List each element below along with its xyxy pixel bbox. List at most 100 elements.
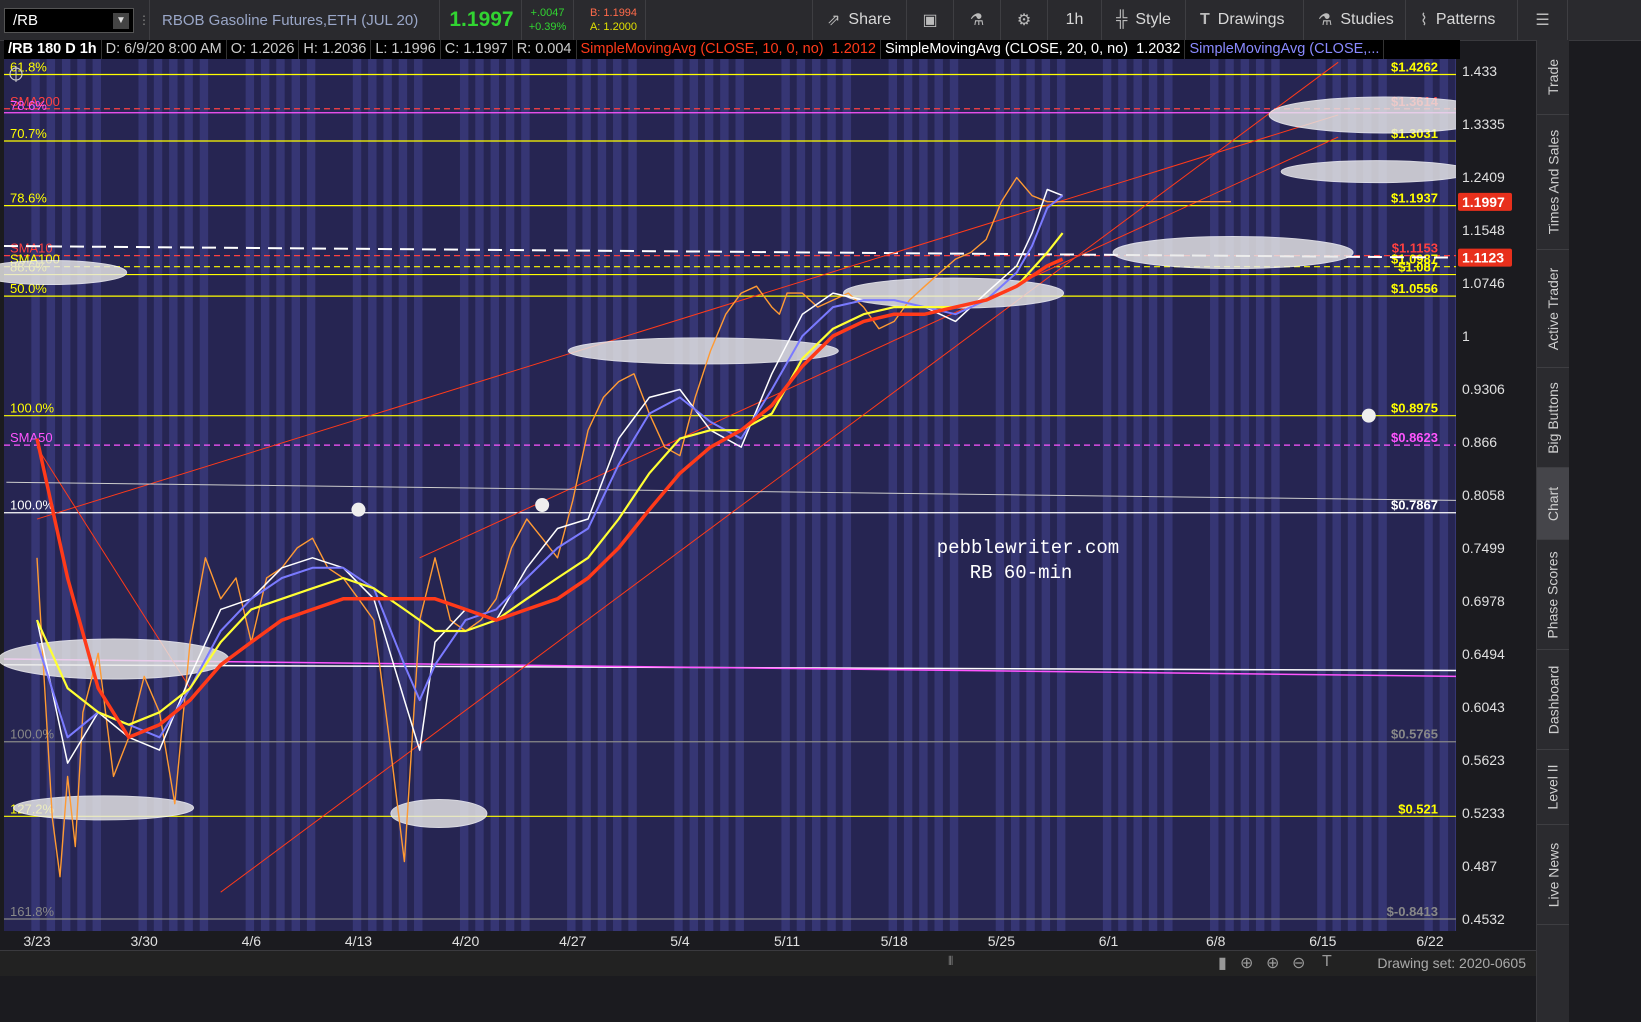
zoom-in-icon[interactable]: ⊕ bbox=[1266, 953, 1279, 973]
text-tool-icon: T bbox=[1200, 11, 1210, 28]
bar-high: H: 1.2036 bbox=[299, 40, 372, 59]
level-price-label: $0.5765 bbox=[1391, 727, 1438, 742]
session-stripe bbox=[245, 59, 255, 931]
symbol-input[interactable]: /RB ▼ bbox=[4, 8, 134, 33]
level-price-label: $1.1937 bbox=[1391, 191, 1438, 206]
x-tick-label: 5/4 bbox=[670, 933, 690, 949]
sidebar-tab-active-trader[interactable]: Active Trader bbox=[1537, 250, 1569, 368]
scroll-end-icon[interactable]: ▮ bbox=[1218, 953, 1227, 973]
y-tick-label: 0.4532 bbox=[1462, 911, 1505, 927]
bottom-bar: ⦀ ▮ ⊕ ⊕ ⊖ T Drawing set: 2020-0605 bbox=[0, 950, 1536, 976]
sidebar-tab-trade[interactable]: Trade bbox=[1537, 40, 1569, 115]
session-stripe bbox=[781, 59, 790, 931]
sidebar-tab-times-and-sales[interactable]: Times And Sales bbox=[1537, 115, 1569, 250]
sidebar-tab-chart[interactable]: Chart bbox=[1537, 468, 1569, 540]
session-stripe bbox=[1240, 59, 1250, 931]
session-stripe bbox=[260, 59, 270, 931]
scrollbar-thumb[interactable]: ⦀ bbox=[948, 954, 964, 969]
patterns-label: Patterns bbox=[1435, 11, 1496, 28]
crosshair-icon[interactable]: ⊕ bbox=[1240, 953, 1253, 973]
x-tick-label: 6/22 bbox=[1416, 933, 1443, 949]
y-tick-label: 0.6494 bbox=[1462, 646, 1505, 662]
sidebar: Trade Times And Sales Active Trader Big … bbox=[1536, 40, 1569, 1022]
sma20-study-value: 1.2032 bbox=[1132, 40, 1186, 59]
share-label: Share bbox=[848, 11, 892, 28]
flask-icon: ⚗ bbox=[1318, 12, 1333, 29]
chart-header: /RB 180 D 1h D: 6/9/20 8:00 AM O: 1.2026 H:… bbox=[4, 40, 1460, 59]
y-tick-label: 1.1548 bbox=[1462, 222, 1505, 238]
sidebar-tab-phase-scores[interactable]: Phase Scores bbox=[1537, 540, 1569, 650]
camera-icon: ▣ bbox=[922, 12, 938, 29]
drawing-tool-icon[interactable]: T bbox=[1322, 953, 1332, 971]
session-stripe bbox=[276, 59, 285, 931]
chevron-down-icon[interactable]: ▼ bbox=[113, 13, 129, 29]
drawings-button[interactable]: T Drawings bbox=[1186, 0, 1304, 40]
session-stripe bbox=[306, 59, 316, 931]
drag-handle-icon[interactable]: ⋮ bbox=[138, 0, 150, 40]
sma10-study-value: 1.2012 bbox=[828, 40, 881, 59]
sidebar-tab-live-news[interactable]: Live News bbox=[1537, 825, 1569, 925]
session-stripe bbox=[291, 59, 300, 931]
session-stripe bbox=[1255, 59, 1265, 931]
sma20-study-label[interactable]: SimpleMovingAvg (CLOSE, 20, 0, no) bbox=[881, 40, 1132, 59]
level-label: 100.0% bbox=[10, 401, 55, 416]
x-tick-label: 4/27 bbox=[559, 933, 586, 949]
session-stripe bbox=[398, 59, 408, 931]
x-tick-label: 4/13 bbox=[345, 933, 372, 949]
drawing-set-label[interactable]: Drawing set: 2020-0605 bbox=[1377, 955, 1526, 971]
change-value: +.0047 bbox=[530, 7, 565, 19]
sidebar-tab-big-buttons[interactable]: Big Buttons bbox=[1537, 368, 1569, 468]
sma3-study-label[interactable]: SimpleMovingAvg (CLOSE,... bbox=[1185, 40, 1385, 59]
menu-button[interactable]: ☰ bbox=[1518, 0, 1568, 40]
session-stripe bbox=[1210, 59, 1219, 931]
watermark-site: pebblewriter.com bbox=[937, 537, 1119, 559]
screenshot-button[interactable]: ▣ bbox=[907, 0, 954, 40]
highlight-ellipse bbox=[1280, 160, 1472, 184]
sma10-study-label[interactable]: SimpleMovingAvg (CLOSE, 10, 0, no) bbox=[577, 40, 828, 59]
style-button[interactable]: ╬ Style bbox=[1102, 0, 1186, 40]
price-chart[interactable]: 61.8%$1.4262SMA200$1.361478.6%70.7%$1.30… bbox=[0, 59, 1536, 950]
session-stripe bbox=[368, 59, 377, 931]
x-tick-label: 5/11 bbox=[774, 933, 800, 949]
x-tick-label: 4/20 bbox=[452, 933, 479, 949]
y-tick-label: 1 bbox=[1462, 328, 1470, 344]
studies-button[interactable]: ⚗ Studies bbox=[1304, 0, 1406, 40]
x-tick-label: 3/30 bbox=[131, 933, 158, 949]
marker-dot bbox=[351, 502, 366, 517]
highlight-ellipse bbox=[567, 337, 839, 365]
sidebar-tab-level-ii[interactable]: Level II bbox=[1537, 750, 1569, 825]
bid-price: B: 1.1994 bbox=[589, 7, 638, 19]
x-tick-label: 6/1 bbox=[1099, 933, 1119, 949]
session-stripe bbox=[1225, 59, 1234, 931]
flask-button[interactable]: ⚗ bbox=[954, 0, 1001, 40]
level-label: 161.8% bbox=[10, 904, 55, 919]
zoom-out-icon[interactable]: ⊖ bbox=[1292, 953, 1305, 973]
share-button[interactable]: ⇗ Share bbox=[812, 0, 907, 40]
bar-open: O: 1.2026 bbox=[227, 40, 300, 59]
session-stripe bbox=[459, 59, 469, 931]
session-stripe bbox=[704, 59, 714, 931]
y-tick-label: 1.0746 bbox=[1462, 275, 1505, 291]
highlight-ellipse bbox=[843, 277, 1065, 309]
net-change: +.0047 +0.39% bbox=[522, 0, 574, 40]
instrument-description: RBOB Gasoline Futures,ETH (JUL 20) bbox=[150, 0, 440, 40]
session-stripe bbox=[1118, 59, 1127, 931]
session-stripe bbox=[796, 59, 806, 931]
session-stripe bbox=[934, 59, 943, 931]
x-tick-label: 3/23 bbox=[23, 933, 50, 949]
sidebar-tab-dashboard[interactable]: Dashboard bbox=[1537, 650, 1569, 750]
session-stripe bbox=[1363, 59, 1372, 931]
timeframe-button[interactable]: 1h bbox=[1048, 0, 1102, 40]
share-icon: ⇗ bbox=[827, 12, 841, 29]
settings-button[interactable]: ⚙ bbox=[1001, 0, 1048, 40]
y-tick-label: 0.9306 bbox=[1462, 381, 1505, 397]
patterns-button[interactable]: ⌇ Patterns bbox=[1406, 0, 1518, 40]
y-tick-label: 0.8058 bbox=[1462, 487, 1505, 503]
level-label: 70.7% bbox=[10, 126, 47, 141]
level-price-label: $1.0556 bbox=[1391, 281, 1438, 296]
level-price-label: $-0.8413 bbox=[1387, 904, 1438, 919]
candle-icon: ╬ bbox=[1116, 11, 1128, 28]
y-tick-label: 0.866 bbox=[1462, 434, 1497, 450]
session-stripe bbox=[827, 59, 836, 931]
session-stripe bbox=[1133, 59, 1142, 931]
